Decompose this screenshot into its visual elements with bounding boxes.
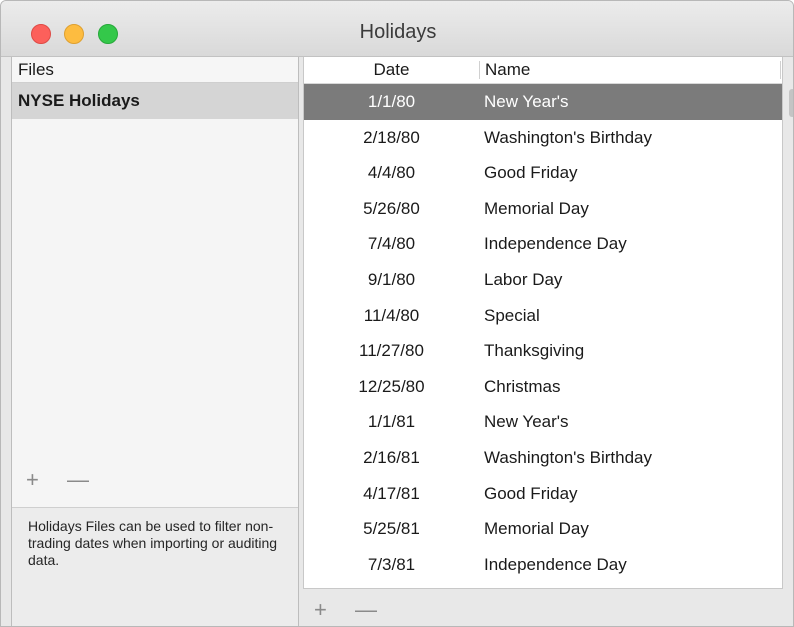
date-cell: 1/1/80 [367,92,416,111]
name-column-header[interactable]: Name [485,57,530,83]
title-bar[interactable]: Holidays [1,1,793,57]
date-cell: 2/16/81 [363,447,420,467]
name-cell: Washington's Birthday [484,127,652,147]
name-cell: Good Friday [484,163,578,183]
table-row[interactable]: 5/25/81 Memorial Day [304,511,782,547]
name-cell: Memorial Day [484,198,589,218]
name-cell: Washington's Birthday [484,447,652,467]
files-help-text: Holidays Files can be used to filter non… [28,518,278,568]
table-row[interactable]: 1/1/81 New Year's [304,404,782,440]
name-cell: Good Friday [484,483,578,503]
date-cell: 7/4/80 [367,234,416,254]
name-cell: Independence Day [484,234,627,254]
date-cell: 1/1/81 [367,412,416,432]
table-body: 1/1/80 New Year's 2/18/80 Washington's Bir… [304,84,782,582]
remove-holiday-button[interactable]: — [355,597,377,622]
column-divider[interactable] [479,61,480,79]
window-title: Holidays [359,21,437,43]
date-cell: 2/18/80 [363,127,420,147]
table-row[interactable]: 11/4/80 Special [304,298,782,334]
date-cell: 7/3/81 [367,554,416,574]
column-divider[interactable] [780,61,781,79]
table-row[interactable]: 2/16/81 Washington's Birthday [304,440,782,476]
table-row[interactable]: 4/4/80 Good Friday [304,155,782,191]
table-header: Date Name [304,57,782,84]
remove-file-button[interactable]: — [67,467,89,492]
files-column-header[interactable]: Files [12,57,298,83]
date-cell: 9/1/80 [367,269,416,289]
files-add-remove-controls: + — [26,467,111,493]
date-cell: 5/25/81 [363,519,420,539]
holidays-window: Holidays Files NYSE Holidays + — Holiday… [0,0,794,627]
table-row[interactable]: 11/27/80 Thanksgiving [304,333,782,369]
file-item-nyse-holidays[interactable]: NYSE Holidays [12,83,298,119]
table-row[interactable]: 2/18/80 Washington's Birthday [304,120,782,156]
table-row[interactable]: 12/25/80 Christmas [304,369,782,405]
table-row[interactable]: 9/1/80 Labor Day [304,262,782,298]
add-holiday-button[interactable]: + [314,597,327,622]
date-cell: 11/27/80 [359,341,424,361]
files-panel: Files NYSE Holidays + — Holidays Files c… [11,57,299,626]
date-cell: 12/25/80 [358,376,425,396]
name-cell: Special [484,305,540,325]
date-cell: 4/17/81 [363,483,420,503]
add-file-button[interactable]: + [26,467,39,492]
date-cell: 4/4/80 [367,163,416,183]
table-row[interactable]: 7/3/81 Independence Day [304,547,782,583]
table-row[interactable]: 4/17/81 Good Friday [304,476,782,512]
name-cell: Independence Day [484,554,627,574]
name-cell: New Year's [484,92,569,111]
table-scrollbar[interactable] [789,89,793,117]
holidays-table: Date Name 1/1/80 New Year's 2/18/80 Washin… [303,57,783,589]
holiday-add-remove-controls: + — [314,597,399,623]
files-list[interactable]: NYSE Holidays [12,83,298,508]
name-cell: Labor Day [484,269,563,289]
name-cell: Memorial Day [484,519,589,539]
name-cell: Christmas [484,376,561,396]
table-row[interactable]: 5/26/80 Memorial Day [304,191,782,227]
table-row[interactable]: 7/4/80 Independence Day [304,226,782,262]
table-row[interactable]: 1/1/80 New Year's [304,84,782,120]
date-cell: 5/26/80 [363,198,420,218]
name-cell: Thanksgiving [484,341,585,361]
date-cell: 11/4/80 [363,305,420,325]
name-cell: New Year's [484,412,569,432]
date-column-header[interactable]: Date [304,57,479,83]
